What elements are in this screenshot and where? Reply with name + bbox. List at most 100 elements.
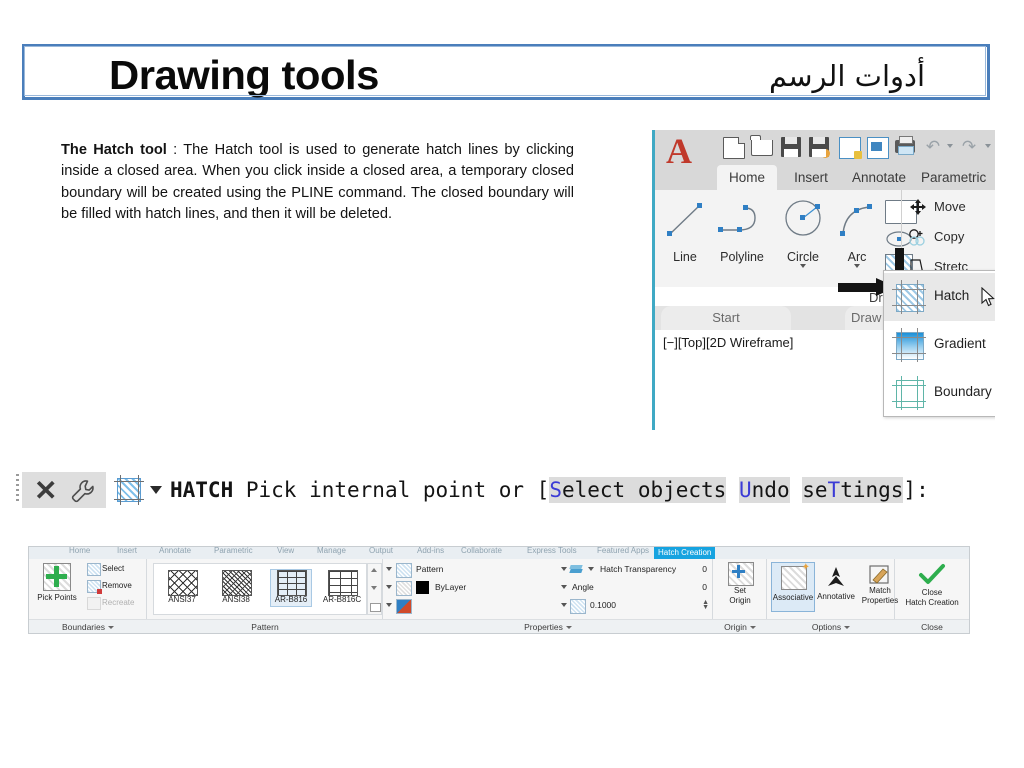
panel-label-close[interactable]: Close <box>895 620 969 633</box>
new-document-icon[interactable] <box>723 137 745 159</box>
scroll-down-icon[interactable] <box>371 586 377 590</box>
property-hatch-color[interactable]: ByLayer <box>383 580 553 596</box>
circle-dropdown-caret-icon[interactable] <box>799 264 806 268</box>
ribbon-tab-featured-apps[interactable]: Featured Apps <box>597 547 649 558</box>
print-icon[interactable] <box>895 136 915 155</box>
pattern-tile-ansi37[interactable]: ANSI37 <box>162 570 202 604</box>
associative-button[interactable]: ✦ Associative <box>771 562 815 612</box>
arc-dropdown-caret-icon[interactable] <box>853 264 860 268</box>
hatch-icon[interactable] <box>114 475 144 505</box>
pattern-type-caret-icon[interactable] <box>386 567 392 571</box>
transparency-caret2-icon[interactable] <box>588 567 594 571</box>
command-option-select-objects[interactable]: Select objects <box>549 477 727 503</box>
quick-access-toolbar: A ↶ ↷ <box>655 130 995 170</box>
panel-label-properties[interactable]: Properties <box>383 620 713 633</box>
command-prompt-prefix: Pick internal point or [ <box>245 478 550 502</box>
export-icon[interactable] <box>867 137 889 159</box>
title-banner: Drawing tools أدوات الرسم <box>22 44 990 100</box>
panel-label-pattern[interactable]: Pattern <box>147 620 383 633</box>
redo-dropdown-caret-icon[interactable] <box>985 144 991 148</box>
scroll-up-icon[interactable] <box>371 568 377 572</box>
command-option-undo[interactable]: Undo <box>739 477 790 503</box>
page-title-arabic: أدوات الرسم <box>768 59 925 93</box>
ribbon-tab-annotate[interactable]: Annotate <box>159 547 191 558</box>
options-caret-icon[interactable] <box>844 626 851 630</box>
ribbon-tab-addins[interactable]: Add-ins <box>417 547 444 558</box>
property-angle[interactable]: Angle 0 <box>558 580 713 596</box>
polyline-icon <box>718 205 756 232</box>
pattern-tile-ar-b816[interactable]: AR-B816 <box>270 569 312 607</box>
file-tab-start[interactable]: Start <box>661 306 791 330</box>
ribbon-tab-express-tools[interactable]: Express Tools <box>527 547 577 558</box>
property-hatch-transparency[interactable]: Hatch Transparency 0 <box>558 562 713 578</box>
redo-icon[interactable]: ↷ <box>959 137 979 157</box>
save-icon[interactable] <box>781 137 801 157</box>
menu-item-boundary-label: Boundary <box>934 384 992 399</box>
close-icon[interactable]: ✕ <box>34 476 57 506</box>
draw-tool-line-label: Line <box>673 250 697 264</box>
property-pattern-type[interactable]: Pattern <box>383 562 553 578</box>
property-hatch-transparency-value[interactable]: 0 <box>702 564 707 574</box>
select-icon <box>87 563 101 576</box>
properties-caret-icon[interactable] <box>565 626 572 630</box>
origin-caret-icon[interactable] <box>749 626 756 630</box>
boundaries-select-label: Select <box>102 564 125 573</box>
drag-handle[interactable] <box>16 474 19 504</box>
pattern-tile-ar-b816c[interactable]: AR-B816C <box>322 570 362 604</box>
undo-dropdown-caret-icon[interactable] <box>947 144 953 148</box>
menu-item-boundary[interactable]: Boundary <box>884 369 995 417</box>
draw-tool-line[interactable]: Line <box>661 198 709 268</box>
draw-tool-polyline[interactable]: Polyline <box>711 198 773 268</box>
boundaries-caret-icon[interactable] <box>108 626 114 630</box>
option-hotkey: S <box>549 478 562 502</box>
panel-label-options-text: Options <box>811 622 842 632</box>
ribbon-tab-manage[interactable]: Manage <box>317 547 346 558</box>
save-as-icon[interactable] <box>809 137 830 158</box>
property-scale-value[interactable]: 0.1000 <box>590 600 616 610</box>
menu-item-gradient[interactable]: Gradient <box>884 321 995 369</box>
draw-tool-arc[interactable]: Arc <box>831 198 883 268</box>
property-angle-label: Angle <box>572 582 594 592</box>
hatch-pattern-icon <box>892 280 926 314</box>
panel-label-origin[interactable]: Origin <box>713 620 767 633</box>
angle-caret-icon[interactable] <box>561 585 567 589</box>
tab-annotate[interactable]: Annotate <box>843 165 915 190</box>
line-icon <box>667 203 702 236</box>
ribbon-tab-parametric[interactable]: Parametric <box>214 547 253 558</box>
ribbon-tab-view[interactable]: View <box>277 547 294 558</box>
panel-close: Close Hatch Creation <box>895 559 969 619</box>
ribbon-tab-output[interactable]: Output <box>369 547 393 558</box>
transparency-caret-icon[interactable] <box>561 567 567 571</box>
gallery-expand-icon[interactable] <box>370 603 381 612</box>
tab-home[interactable]: Home <box>717 165 777 190</box>
ribbon-tab-insert[interactable]: Insert <box>117 547 137 558</box>
tab-parametric[interactable]: Parametric <box>921 165 995 190</box>
pattern-tile-ansi38[interactable]: ANSI38 <box>216 570 256 604</box>
menu-item-hatch-label: Hatch <box>934 288 970 303</box>
property-background-color[interactable] <box>383 598 553 614</box>
pattern-gallery-scrollbar[interactable] <box>367 563 382 615</box>
property-angle-value[interactable]: 0 <box>702 582 707 592</box>
ribbon-tab-home[interactable]: Home <box>69 547 90 558</box>
panel-label-boundaries[interactable]: Boundaries <box>29 620 147 633</box>
background-color-caret-icon[interactable] <box>386 603 392 607</box>
panel-label-options[interactable]: Options <box>767 620 895 633</box>
ribbon-tab-collaborate[interactable]: Collaborate <box>461 547 502 558</box>
property-scale[interactable]: 0.1000 ▲ ▼ <box>558 598 713 614</box>
command-line[interactable]: ✕ HATCH Pick internal point or [Select o… <box>16 470 972 514</box>
tab-insert[interactable]: Insert <box>785 165 837 190</box>
hatch-color-caret-icon[interactable] <box>386 585 392 589</box>
ribbon-tab-hatch-creation[interactable]: Hatch Creation <box>654 547 716 559</box>
dropdown-caret-icon[interactable] <box>150 486 162 494</box>
open-folder-icon[interactable] <box>750 135 773 156</box>
draw-tool-circle[interactable]: Circle <box>777 198 829 268</box>
undo-icon[interactable]: ↶ <box>923 137 943 157</box>
menu-item-hatch[interactable]: Hatch <box>884 273 995 321</box>
scale-stepper[interactable]: ▲ ▼ <box>702 599 709 611</box>
wrench-icon[interactable] <box>70 478 96 504</box>
ansi37-swatch-icon <box>168 570 198 596</box>
scale-caret-icon[interactable] <box>561 603 567 607</box>
command-option-settings[interactable]: seTtings <box>802 477 904 503</box>
lock-icon[interactable] <box>839 137 862 159</box>
viewport-label[interactable]: [−][Top][2D Wireframe] <box>663 335 793 350</box>
